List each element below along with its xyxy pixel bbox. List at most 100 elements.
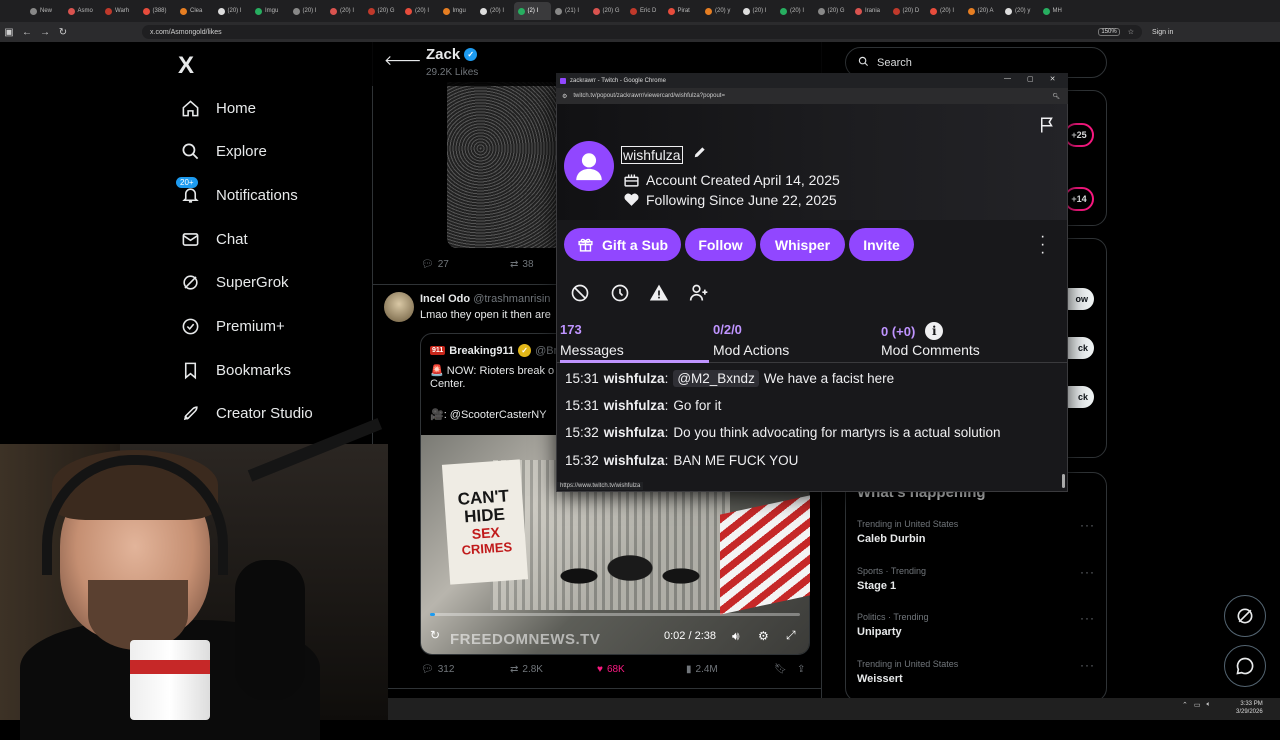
reload-icon[interactable]: ↻: [54, 27, 72, 38]
browser-tab[interactable]: (20) I: [776, 2, 814, 20]
nav-supergrok[interactable]: SuperGrok: [180, 267, 289, 297]
bookmark-button[interactable]: 🔖︎: [774, 664, 787, 675]
message-user[interactable]: wishfulza: [604, 398, 665, 413]
signin-button[interactable]: Sign in: [1152, 29, 1173, 36]
system-tray[interactable]: ⌃ ▭ 🔈︎: [1182, 701, 1211, 709]
replay-icon[interactable]: ↻: [430, 628, 440, 642]
browser-tab[interactable]: (20) y: [701, 2, 739, 20]
add-mod-user-icon[interactable]: [688, 282, 710, 304]
browser-tab[interactable]: (20) G: [814, 2, 852, 20]
stat-mod-comments-tab[interactable]: Mod Comments: [881, 342, 980, 358]
trend-item[interactable]: Stage 1: [857, 580, 896, 592]
star-icon[interactable]: ☆: [1128, 28, 1134, 36]
gift-sub-button[interactable]: Gift a Sub: [564, 228, 681, 261]
video-progress-bar[interactable]: [430, 613, 800, 616]
retweet-button[interactable]: ⇄ 2.8K: [510, 664, 543, 675]
nav-explore[interactable]: Explore: [180, 136, 267, 166]
browser-tab[interactable]: (20) G: [364, 2, 402, 20]
back-arrow-icon[interactable]: 🡐: [384, 52, 422, 69]
browser-tab[interactable]: (20) I: [926, 2, 964, 20]
sidebar-toggle-icon[interactable]: ▣: [0, 27, 18, 38]
browser-tab[interactable]: (20) I: [739, 2, 777, 20]
more-options-icon[interactable]: · · ·: [1040, 229, 1045, 261]
message-user[interactable]: wishfulza: [604, 425, 665, 440]
nav-home[interactable]: Home: [180, 93, 256, 123]
minimize-icon[interactable]: —: [1004, 75, 1011, 83]
reply-button[interactable]: 💬︎ 27: [421, 259, 449, 270]
browser-tab[interactable]: (20) D: [889, 2, 927, 20]
warning-icon[interactable]: [648, 282, 670, 304]
browser-tab[interactable]: (20) A: [964, 2, 1002, 20]
browser-tab[interactable]: Eric D: [626, 2, 664, 20]
more-dots-icon[interactable]: ···: [1080, 611, 1095, 625]
message-user[interactable]: wishfulza: [604, 371, 665, 386]
browser-tab[interactable]: Asmo: [64, 2, 102, 20]
reply-button[interactable]: 💬︎ 312: [421, 664, 454, 675]
avatar[interactable]: [384, 292, 414, 322]
browser-tab[interactable]: (2) I: [513, 2, 551, 20]
viewer-avatar[interactable]: [564, 141, 614, 191]
browser-tab[interactable]: Clea: [176, 2, 214, 20]
browser-tab[interactable]: (21) I: [551, 2, 589, 20]
volume-icon[interactable]: 🔈︎: [1207, 701, 1211, 709]
browser-tab[interactable]: (20) y: [1001, 2, 1039, 20]
trend-item[interactable]: Caleb Durbin: [857, 533, 925, 545]
message-user[interactable]: wishfulza: [604, 453, 665, 468]
browser-tab[interactable]: (388): [139, 2, 177, 20]
chat-fab-button[interactable]: [1224, 645, 1266, 687]
maximize-icon[interactable]: ▢: [1027, 75, 1034, 83]
avatar-count-pill[interactable]: +25: [1064, 123, 1094, 147]
browser-tab[interactable]: (20) I: [476, 2, 514, 20]
browser-tab[interactable]: New: [26, 2, 64, 20]
x-logo[interactable]: X: [178, 52, 194, 80]
ban-icon[interactable]: [569, 282, 591, 304]
pencil-icon[interactable]: [693, 145, 707, 164]
back-icon[interactable]: ←: [18, 27, 36, 38]
zoom-badge[interactable]: 150%: [1098, 28, 1120, 36]
trend-item[interactable]: Weissert: [857, 673, 903, 685]
more-dots-icon[interactable]: ···: [1080, 658, 1095, 672]
forward-icon[interactable]: →: [36, 27, 54, 38]
more-dots-icon[interactable]: ···: [1080, 518, 1095, 532]
nav-premium[interactable]: Premium+: [180, 311, 285, 341]
info-icon[interactable]: i: [925, 322, 944, 340]
avatar-count-pill[interactable]: +14: [1064, 187, 1094, 211]
browser-tab[interactable]: (20) I: [214, 2, 252, 20]
message-mention[interactable]: @M2_Bxndz: [673, 370, 759, 387]
tray-chevron-icon[interactable]: ⌃: [1182, 701, 1188, 709]
chat-scrollbar[interactable]: [1062, 474, 1065, 488]
browser-tab[interactable]: (20) I: [326, 2, 364, 20]
tweet-author[interactable]: Incel Odo @trashmanrisin: [420, 293, 550, 305]
trend-item[interactable]: Uniparty: [857, 626, 902, 638]
browser-tab[interactable]: (20) I: [289, 2, 327, 20]
taskbar-clock[interactable]: 3:33 PM 3/29/2026: [1236, 700, 1263, 716]
stat-messages-tab[interactable]: Messages: [560, 342, 624, 358]
nav-creator-studio[interactable]: Creator Studio: [180, 398, 313, 428]
url-field[interactable]: x.com/Asmongold/likes 150% ☆: [142, 25, 1142, 39]
settings-gear-icon[interactable]: ⚙: [758, 629, 769, 643]
grok-fab-button[interactable]: [1224, 595, 1266, 637]
timeout-clock-icon[interactable]: [609, 282, 631, 304]
fullscreen-icon[interactable]: ⤢: [786, 628, 796, 643]
close-icon[interactable]: ✕: [1050, 75, 1056, 83]
browser-tab[interactable]: Warh: [101, 2, 139, 20]
nav-bookmarks[interactable]: Bookmarks: [180, 355, 291, 385]
tweet-image[interactable]: [447, 82, 559, 248]
site-info-icon[interactable]: ⚙: [562, 93, 567, 100]
browser-tab[interactable]: (20) G: [589, 2, 627, 20]
nav-notifications[interactable]: 20+ Notifications: [176, 177, 298, 210]
zoom-icon[interactable]: 🔍︎: [1052, 93, 1060, 100]
report-flag-icon[interactable]: [1038, 115, 1056, 140]
volume-icon[interactable]: 🔊︎: [732, 629, 740, 644]
follow-button[interactable]: Follow: [685, 228, 756, 261]
browser-tab[interactable]: MH: [1039, 2, 1077, 20]
browser-tab[interactable]: Pirat: [664, 2, 702, 20]
invite-button[interactable]: Invite: [849, 228, 914, 261]
share-button[interactable]: ⇪: [797, 664, 805, 675]
network-icon[interactable]: ▭: [1194, 701, 1201, 709]
retweet-button[interactable]: ⇄ 38: [510, 259, 534, 270]
more-dots-icon[interactable]: ···: [1080, 565, 1095, 579]
browser-tab[interactable]: Imgu: [439, 2, 477, 20]
viewer-username[interactable]: wishfulza: [621, 146, 683, 164]
quote-author[interactable]: 911 Breaking911 ✓ @Br: [430, 344, 557, 357]
